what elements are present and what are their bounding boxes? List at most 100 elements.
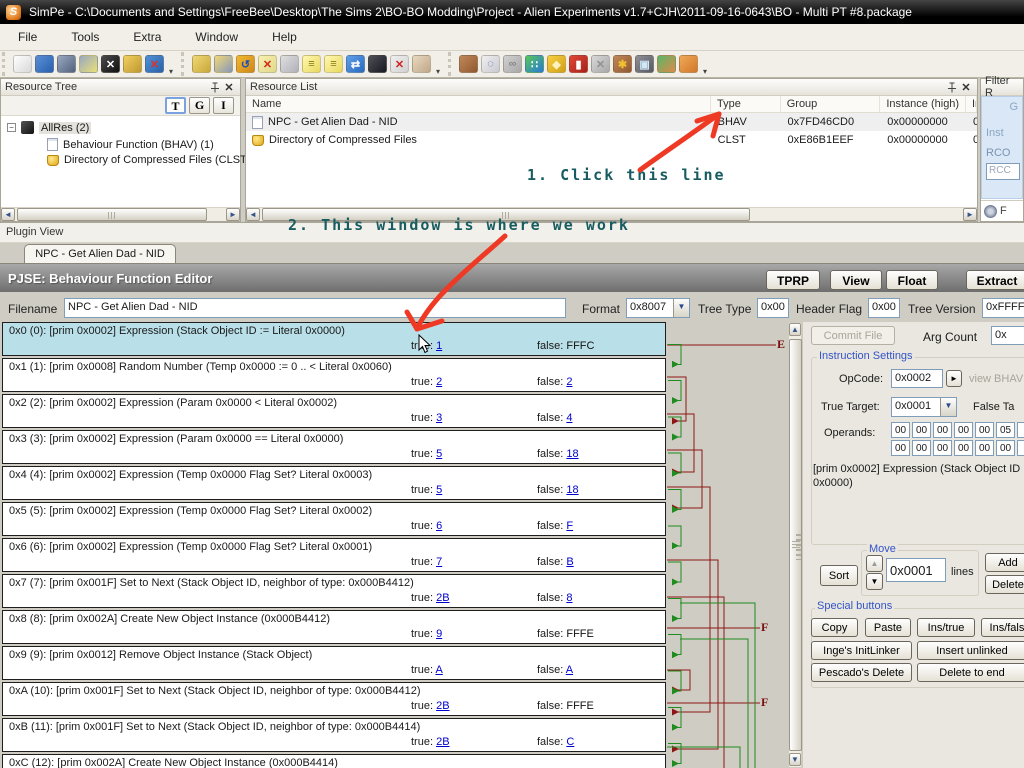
toolbar-overflow-icon[interactable]: ▾ [434,67,442,76]
operand-cell[interactable]: 0 [1017,422,1024,438]
operand-cell[interactable]: 00 [975,422,994,438]
panel-splitter[interactable] [796,534,801,560]
instruction-row[interactable]: 0x7 (7): [prim 0x001F] Set to Next (Stac… [2,574,666,608]
resource-row[interactable]: Directory of Compressed Files CLST 0xE86… [246,131,977,149]
filename-input[interactable]: NPC - Get Alien Dad - NID [64,298,566,318]
list-alt-icon[interactable]: ≡ [324,55,343,73]
scroll-down-icon[interactable]: ▼ [789,753,801,766]
instruction-row[interactable]: 0x5 (5): [prim 0x0002] Expression (Temp … [2,502,666,536]
opcode-next-button[interactable]: ► [946,370,962,387]
open-package-icon[interactable] [35,55,54,73]
chevron-down-icon[interactable]: ▼ [940,398,956,416]
false-target-link[interactable]: B [566,556,573,568]
true-target-link[interactable]: A [435,664,442,676]
filter-footer[interactable]: F [981,200,1023,221]
refresh-icon[interactable]: ⇄ [346,55,365,73]
tree-version-input[interactable]: 0xFFFF8 [982,298,1024,318]
operand-cell[interactable]: 00 [912,440,931,456]
operand-cell[interactable]: 00 [954,422,973,438]
package-gear-icon[interactable]: ✱ [613,55,632,73]
operand-cell[interactable]: 00 [933,422,952,438]
special-button-insert-unlinked[interactable]: Insert unlinked [917,641,1024,660]
scroll-right-icon[interactable]: ► [226,208,240,221]
special-button-ins-false[interactable]: Ins/false [981,618,1024,637]
gem-icon[interactable]: ◆ [547,55,566,73]
chevron-down-icon[interactable]: ▼ [673,299,689,317]
instruction-row[interactable]: 0x8 (8): [prim 0x002A] Create New Object… [2,610,666,644]
special-button-paste[interactable]: Paste [865,618,911,637]
true-target-link[interactable]: 3 [436,412,442,424]
operand-cell[interactable]: 00 [954,440,973,456]
operand-cell[interactable]: 00 [933,440,952,456]
tree-view-group-button[interactable]: G [189,97,210,114]
move-lines-input[interactable]: 0x0001 [886,558,946,582]
tree-type-input[interactable]: 0x00 [757,298,789,318]
plugin-tab[interactable]: NPC - Get Alien Dad - NID [24,244,176,263]
false-target-link[interactable]: 18 [566,448,578,460]
false-target-link[interactable]: 18 [566,484,578,496]
add-button[interactable]: Add [985,553,1024,572]
tree-root-node[interactable]: − AllRes (2) [7,121,91,134]
scroll-up-icon[interactable]: ▲ [789,323,801,336]
special-button-inge-s-initlinker[interactable]: Inge's InitLinker [811,641,912,660]
true-target-link[interactable]: 2B [436,700,449,712]
instruction-row[interactable]: 0x2 (2): [prim 0x0002] Expression (Param… [2,394,666,428]
toolbar-overflow-icon[interactable]: ▾ [167,67,175,76]
book-icon[interactable]: ▮ [569,55,588,73]
tree-view-type-button[interactable]: T [165,97,186,114]
instruction-row[interactable]: 0x3 (3): [prim 0x0002] Expression (Param… [2,430,666,464]
operand-cell[interactable]: 00 [912,422,931,438]
column-header-in[interactable]: In [966,96,977,112]
arg-count-input[interactable]: 0x [991,326,1024,345]
tree-horizontal-scrollbar[interactable]: ◄ ► [1,207,240,221]
package-icon[interactable] [459,55,478,73]
menu-extra[interactable]: Extra [129,27,165,47]
list-icon[interactable]: ≡ [302,55,321,73]
remove-list-icon[interactable]: ✕ [258,55,277,73]
menu-file[interactable]: File [14,27,41,47]
instruction-row[interactable]: 0x9 (9): [prim 0x0012] Remove Object Ins… [2,646,666,680]
instruction-row[interactable]: 0xC (12): [prim 0x002A] Create New Objec… [2,754,666,768]
tprp-button[interactable]: TPRP [766,270,820,290]
view-button[interactable]: View [830,270,882,290]
preview-icon[interactable]: ◌ [481,55,500,73]
sim-surgery-icon[interactable] [123,55,142,73]
true-target-link[interactable]: 2 [436,376,442,388]
false-target-link[interactable]: 2 [566,376,572,388]
tree-child-node[interactable]: Behaviour Function (BHAV) (1) [47,138,214,151]
menu-tools[interactable]: Tools [67,27,103,47]
true-target-link[interactable]: 5 [436,484,442,496]
close-package-icon[interactable]: ✕ [101,55,120,73]
save-as-icon[interactable] [79,55,98,73]
operand-cell[interactable]: 00 [891,422,910,438]
eraser-icon[interactable] [412,55,431,73]
link-icon[interactable]: ∞ [503,55,522,73]
screenshot-icon[interactable]: ▣ [635,55,654,73]
title-bar[interactable]: S SimPe - C:\Documents and Settings\Free… [0,0,1024,24]
scroll-right-icon[interactable]: ► [963,208,977,221]
true-target-link[interactable]: 2B [436,592,449,604]
column-header-group[interactable]: Group [781,96,881,112]
sort-button[interactable]: Sort [820,565,858,586]
tree-child-node[interactable]: Directory of Compressed Files (CLST [47,154,247,166]
toolbar-overflow-icon[interactable]: ▾ [701,67,709,76]
instruction-row[interactable]: 0x4 (4): [prim 0x0002] Expression (Temp … [2,466,666,500]
pin-icon[interactable] [208,81,222,94]
instruction-row[interactable]: 0xA (10): [prim 0x001F] Set to Next (Sta… [2,682,666,716]
special-button-delete-to-end[interactable]: Delete to end [917,663,1024,682]
format-select[interactable]: 0x8007▼ [626,298,690,318]
scrollbar-thumb[interactable] [17,208,207,221]
grid-icon[interactable]: ∷ [525,55,544,73]
instruction-row[interactable]: 0x0 (0): [prim 0x0002] Expression (Stack… [2,322,666,356]
false-target-link[interactable]: C [566,736,574,748]
scroll-left-icon[interactable]: ◄ [1,208,15,221]
operand-cell[interactable]: 0 [1017,440,1024,456]
operand-cell[interactable]: 00 [975,440,994,456]
extract-button[interactable]: Extract [966,270,1024,290]
instruction-row[interactable]: 0xB (11): [prim 0x001F] Set to Next (Sta… [2,718,666,752]
false-target-link[interactable]: F [566,520,573,532]
resource-row[interactable]: NPC - Get Alien Dad - NID BHAV 0x7FD46CD… [246,113,977,131]
special-button-copy[interactable]: Copy [811,618,858,637]
move-down-button[interactable]: ▼ [866,573,883,590]
close-icon[interactable]: ✕ [959,81,973,94]
